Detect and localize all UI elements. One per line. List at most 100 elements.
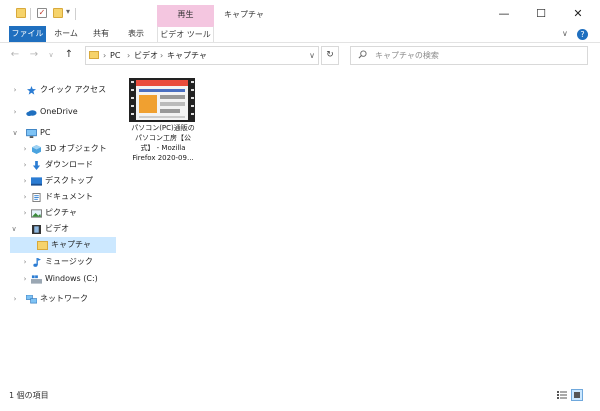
tree-item-capture[interactable]: キャプチャ — [10, 237, 116, 253]
window-title: キャプチャ — [224, 10, 264, 19]
up-button[interactable]: ↑ — [62, 48, 76, 62]
minimize-button[interactable]: — — [491, 5, 517, 23]
forward-button[interactable]: → — [27, 48, 41, 62]
expand-chevron-icon[interactable]: › — [20, 141, 30, 157]
tab-view[interactable]: 表示 — [122, 26, 150, 42]
expand-chevron-icon[interactable]: › — [20, 157, 30, 173]
expand-chevron-icon[interactable]: › — [10, 104, 20, 120]
tree-item-documents[interactable]: › ドキュメント — [0, 189, 116, 205]
status-bar: 1 個の項目 — [0, 380, 600, 411]
expand-chevron-icon[interactable]: › — [20, 271, 30, 287]
item-count: 1 個の項目 — [9, 391, 49, 400]
recent-locations-button[interactable]: ∨ — [44, 48, 58, 62]
tree-label: OneDrive — [40, 107, 78, 116]
address-separator: › — [103, 51, 107, 60]
tree-label: PC — [40, 128, 51, 137]
tree-label: Windows (C:) — [45, 274, 98, 283]
expand-chevron-icon[interactable]: › — [20, 254, 30, 270]
tree-item-windows-c[interactable]: › Windows (C:) — [0, 271, 116, 287]
address-dropdown-button[interactable]: ∨ — [309, 47, 315, 64]
search-placeholder: キャプチャの検索 — [375, 51, 439, 60]
film-icon — [32, 224, 41, 234]
tree-item-pictures[interactable]: › ピクチャ — [0, 205, 116, 221]
title-bar: ✓ ▾ 再生 キャプチャ — ☐ ✕ — [0, 0, 600, 26]
file-name-label[interactable]: パソコン(PC)通販の パソコン工房【公 式】 - Mozilla Firefo… — [126, 123, 200, 163]
details-view-icon[interactable] — [556, 389, 568, 401]
thumbnail-frame — [136, 80, 188, 120]
ribbon-collapse-button[interactable]: ∨ — [562, 26, 568, 42]
file-name-line: パソコン(PC)通販の — [131, 124, 195, 132]
tab-share[interactable]: 共有 — [88, 26, 114, 42]
tree-item-quick-access[interactable]: › クイック アクセス — [0, 82, 116, 98]
tab-home[interactable]: ホーム — [50, 26, 82, 42]
refresh-button[interactable]: ↻ — [321, 46, 339, 65]
maximize-button[interactable]: ☐ — [528, 5, 554, 23]
drive-icon — [31, 274, 42, 284]
tree-item-music[interactable]: › ミュージック — [0, 254, 116, 270]
check-mark: ✓ — [38, 8, 46, 17]
separator — [30, 8, 31, 20]
file-name-line: パソコン工房【公 — [135, 134, 191, 142]
address-separator: › — [160, 51, 164, 60]
collapse-chevron-icon[interactable]: ∨ — [9, 221, 19, 237]
star-icon — [27, 85, 36, 95]
tree-item-desktop[interactable]: › デスクトップ — [0, 173, 116, 189]
address-bar[interactable]: › PC › ビデオ › キャプチャ ∨ — [85, 46, 319, 65]
expand-chevron-icon[interactable]: › — [10, 291, 20, 307]
tree-label: ピクチャ — [45, 208, 77, 217]
back-button[interactable]: ← — [8, 48, 22, 62]
expand-chevron-icon[interactable]: › — [20, 173, 30, 189]
tab-video-tools[interactable]: ビデオ ツール — [157, 26, 214, 42]
close-button[interactable]: ✕ — [565, 5, 591, 23]
tree-label: ミュージック — [45, 257, 93, 266]
tree-item-videos[interactable]: ∨ ビデオ — [0, 221, 116, 237]
navigation-bar: ← → ∨ ↑ › PC › ビデオ › キャプチャ ∨ ↻ キャプチャの検索 — [0, 43, 600, 68]
folder-icon — [37, 240, 48, 250]
download-icon — [32, 160, 41, 170]
tree-label: ビデオ — [45, 224, 69, 233]
ribbon-tabs: ファイル ホーム 共有 表示 ビデオ ツール ∨ ? — [0, 26, 600, 43]
separator — [75, 8, 76, 20]
tree-item-onedrive[interactable]: › OneDrive — [0, 104, 116, 120]
large-icons-view-icon[interactable] — [571, 389, 583, 401]
new-folder-icon[interactable] — [53, 8, 63, 18]
address-segment-video[interactable]: ビデオ — [134, 47, 158, 64]
address-separator: › — [127, 51, 131, 60]
tree-label: ドキュメント — [45, 192, 93, 201]
cloud-icon — [26, 109, 37, 116]
properties-check-icon[interactable]: ✓ — [37, 8, 47, 18]
tree-label: ネットワーク — [40, 294, 88, 303]
help-icon[interactable]: ? — [577, 29, 588, 40]
search-box[interactable]: キャプチャの検索 — [350, 46, 588, 65]
navigation-pane: › クイック アクセス › OneDrive ∨ PC › 3D オブジェクト … — [0, 68, 116, 380]
document-icon — [32, 192, 41, 202]
network-icon — [26, 294, 37, 303]
folder-icon — [16, 8, 26, 18]
folder-icon — [89, 51, 99, 59]
tab-file[interactable]: ファイル — [9, 26, 46, 42]
expand-chevron-icon[interactable]: › — [10, 82, 20, 98]
search-icon — [358, 50, 367, 59]
film-strip-left — [129, 78, 135, 122]
video-thumbnail[interactable] — [129, 78, 195, 122]
tree-label: クイック アクセス — [40, 85, 107, 94]
file-name-line: 式】 - Mozilla — [140, 144, 186, 152]
tree-item-downloads[interactable]: › ダウンロード — [0, 157, 116, 173]
film-strip-right — [189, 78, 195, 122]
expand-chevron-icon[interactable]: › — [20, 189, 30, 205]
collapse-chevron-icon[interactable]: ∨ — [10, 125, 20, 141]
picture-icon — [31, 208, 42, 218]
expand-chevron-icon[interactable]: › — [20, 205, 30, 221]
tree-item-3d-objects[interactable]: › 3D オブジェクト — [0, 141, 116, 157]
tree-label: ダウンロード — [45, 160, 93, 169]
address-segment-capture[interactable]: キャプチャ — [167, 47, 207, 64]
tree-item-network[interactable]: › ネットワーク — [0, 291, 116, 307]
cube-icon — [32, 144, 41, 154]
address-segment-pc[interactable]: PC — [110, 47, 120, 64]
tree-item-pc[interactable]: ∨ PC — [0, 125, 116, 141]
music-icon — [33, 257, 41, 267]
desktop-icon — [31, 176, 42, 186]
tree-label: キャプチャ — [51, 240, 91, 249]
quick-access-dropdown[interactable]: ▾ — [66, 7, 70, 16]
computer-icon — [26, 128, 37, 138]
